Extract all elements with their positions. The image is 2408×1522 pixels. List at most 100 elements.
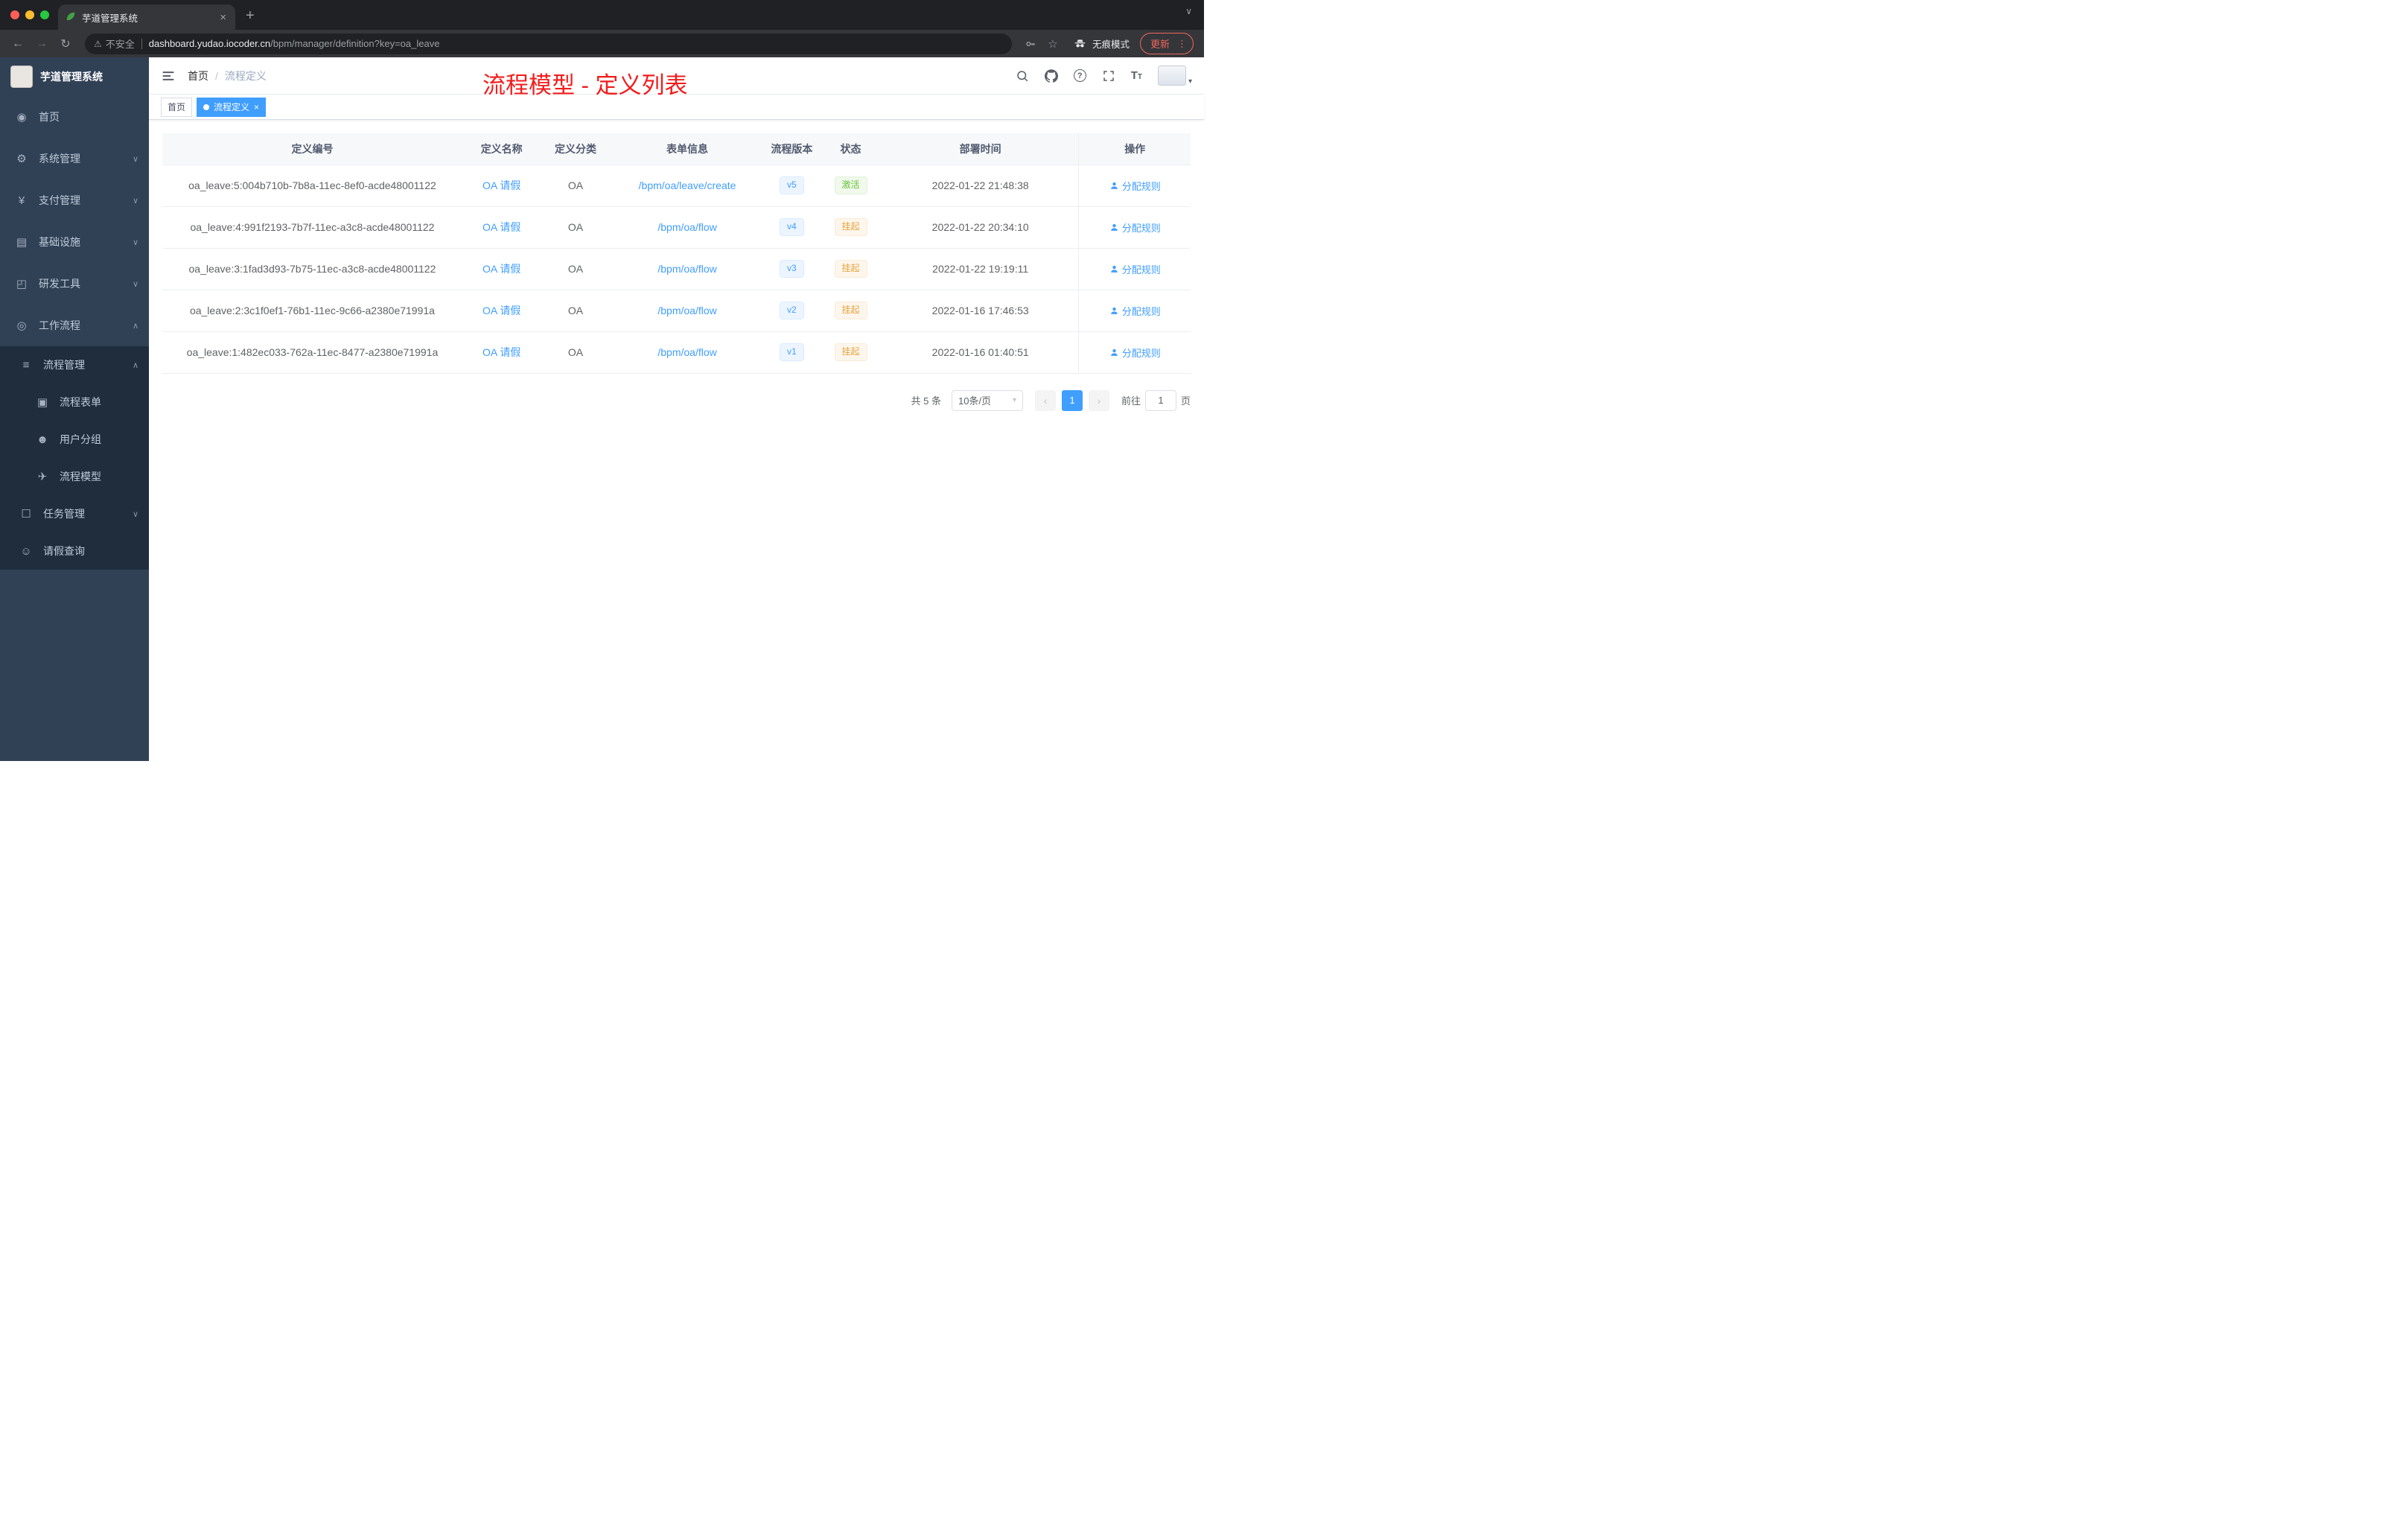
deploy-time: 2022-01-16 01:40:51	[882, 331, 1079, 374]
password-key-icon[interactable]	[1021, 37, 1040, 50]
tab-close-icon[interactable]: ×	[218, 11, 228, 24]
github-icon[interactable]	[1044, 69, 1058, 83]
address-bar[interactable]: ⚠ 不安全 dashboard.yudao.iocoder.cn/bpm/man…	[85, 33, 1012, 54]
sidebar-item-process-management[interactable]: ≡ 流程管理 ∧	[0, 346, 149, 383]
help-icon[interactable]: ?	[1073, 69, 1086, 82]
bookmark-star-icon[interactable]: ☆	[1043, 37, 1063, 51]
fullscreen-icon[interactable]	[1102, 69, 1115, 83]
security-label[interactable]: 不安全	[106, 36, 135, 51]
page-content: 定义编号 定义名称 定义分类 表单信息 流程版本 状态 部署时间 操作 oa_l…	[149, 120, 1204, 761]
chevron-up-icon: ∧	[132, 360, 138, 370]
sidebar-item-devtools[interactable]: ◰ 研发工具 ∨	[0, 263, 149, 305]
browser-update-button[interactable]: 更新 ⋮	[1139, 33, 1194, 54]
tab-search-chevron-icon[interactable]: ∨	[1185, 6, 1192, 16]
definition-category: OA	[541, 331, 611, 374]
prev-page-button[interactable]: ‹	[1034, 389, 1056, 411]
window-zoom-button[interactable]	[40, 10, 49, 19]
column-header: 部署时间	[882, 133, 1079, 165]
form-icon: ▣	[36, 396, 48, 409]
window-close-button[interactable]	[10, 10, 19, 19]
definition-name-link[interactable]: OA 请假	[482, 305, 520, 316]
deploy-time: 2022-01-16 17:46:53	[882, 290, 1079, 332]
column-header: 操作	[1078, 133, 1191, 165]
column-header: 定义分类	[541, 133, 611, 165]
table-header-row: 定义编号 定义名称 定义分类 表单信息 流程版本 状态 部署时间 操作	[162, 133, 1191, 165]
column-header: 定义名称	[462, 133, 541, 165]
sidebar-item-user-groups[interactable]: ☻ 用户分组	[0, 421, 149, 458]
pagination: 共 5 条 10条/页 ▾ ‹ 1 › 前往 页	[162, 389, 1191, 411]
sidebar-logo: 芋道管理系统	[0, 57, 149, 96]
assign-rule-button[interactable]: 分配规则	[1109, 346, 1161, 360]
definition-name-link[interactable]: OA 请假	[482, 221, 520, 233]
logo-avatar	[10, 66, 33, 88]
assign-rule-button[interactable]: 分配规则	[1109, 262, 1161, 276]
sidebar-item-process-forms[interactable]: ▣ 流程表单	[0, 383, 149, 421]
column-header: 表单信息	[610, 133, 765, 165]
sidebar-item-system[interactable]: ⚙ 系统管理 ∨	[0, 138, 149, 179]
update-label[interactable]: 更新	[1150, 36, 1170, 51]
font-size-icon[interactable]: TT	[1131, 69, 1142, 82]
column-header: 定义编号	[162, 133, 462, 165]
definition-name-link[interactable]: OA 请假	[482, 346, 520, 358]
definition-id: oa_leave:4:991f2193-7b7f-11ec-a3c8-acde4…	[162, 206, 462, 249]
browser-menu-kebab-icon[interactable]: ⋮	[1177, 38, 1187, 50]
status-badge: 挂起	[834, 218, 867, 236]
sidebar-item-infrastructure[interactable]: ▤ 基础设施 ∨	[0, 221, 149, 263]
chevron-up-icon: ∧	[132, 321, 138, 331]
breadcrumb-separator: /	[215, 69, 218, 82]
tag-home[interactable]: 首页	[161, 97, 193, 117]
table-row: oa_leave:5:004b710b-7b8a-11ec-8ef0-acde4…	[162, 165, 1191, 207]
window-minimize-button[interactable]	[25, 10, 34, 19]
total-count: 共 5 条	[911, 395, 941, 407]
assign-rule-button[interactable]: 分配规则	[1109, 220, 1161, 235]
page-number-button[interactable]: 1	[1061, 389, 1083, 411]
incognito-badge: 无痕模式	[1073, 36, 1130, 51]
back-icon[interactable]: ←	[7, 37, 28, 51]
sidebar-item-process-models[interactable]: ✈ 流程模型	[0, 458, 149, 495]
assign-rule-button[interactable]: 分配规则	[1109, 179, 1161, 193]
browser-tab[interactable]: 芋道管理系统 ×	[58, 4, 235, 30]
version-badge: v1	[780, 343, 804, 361]
person-icon	[1110, 182, 1118, 189]
form-link[interactable]: /bpm/oa/flow	[657, 221, 716, 233]
form-link[interactable]: /bpm/oa/leave/create	[639, 179, 736, 191]
sidebar-item-task-management[interactable]: ☐ 任务管理 ∨	[0, 495, 149, 532]
page-size-select[interactable]: 10条/页 ▾	[951, 389, 1023, 411]
user-menu[interactable]: ▾	[1157, 66, 1192, 86]
window-controls	[10, 10, 49, 19]
home-icon: ◉	[16, 111, 27, 124]
form-link[interactable]: /bpm/oa/flow	[657, 305, 716, 316]
person-icon	[1110, 265, 1118, 273]
paper-plane-icon: ✈	[37, 471, 48, 483]
tag-process-definition[interactable]: 流程定义 ×	[197, 97, 267, 117]
assign-rule-button[interactable]: 分配规则	[1109, 304, 1161, 318]
person-icon	[1110, 223, 1118, 231]
search-icon[interactable]	[1016, 69, 1029, 83]
definition-category: OA	[541, 206, 611, 249]
goto-label: 前往	[1121, 395, 1141, 407]
form-link[interactable]: /bpm/oa/flow	[657, 263, 716, 275]
forward-icon[interactable]: →	[31, 37, 52, 51]
avatar[interactable]	[1157, 66, 1186, 86]
hamburger-icon[interactable]	[161, 69, 176, 83]
active-dot	[203, 104, 210, 110]
breadcrumb-current: 流程定义	[224, 69, 267, 82]
chevron-down-icon: ∨	[132, 238, 138, 247]
new-tab-button[interactable]: +	[246, 7, 255, 25]
sidebar-item-leave-query[interactable]: ☺ 请假查询	[0, 532, 149, 570]
sidebar-item-workflow[interactable]: ◎ 工作流程 ∧	[0, 305, 149, 346]
sidebar-item-payment[interactable]: ¥ 支付管理 ∨	[0, 179, 149, 221]
reload-icon[interactable]: ↻	[55, 36, 76, 51]
version-badge: v4	[780, 218, 804, 236]
tag-close-icon[interactable]: ×	[254, 102, 259, 112]
incognito-label: 无痕模式	[1092, 39, 1130, 50]
definition-name-link[interactable]: OA 请假	[482, 263, 520, 275]
sidebar-item-home[interactable]: ◉ 首页	[0, 96, 149, 138]
breadcrumb-home[interactable]: 首页	[188, 69, 208, 83]
definition-name-link[interactable]: OA 请假	[482, 179, 520, 191]
form-link[interactable]: /bpm/oa/flow	[657, 346, 716, 358]
definition-id: oa_leave:1:482ec033-762a-11ec-8477-a2380…	[162, 331, 462, 374]
goto-page-input[interactable]	[1144, 389, 1176, 411]
next-page-button[interactable]: ›	[1088, 389, 1109, 411]
list-icon: ≡	[22, 358, 30, 372]
